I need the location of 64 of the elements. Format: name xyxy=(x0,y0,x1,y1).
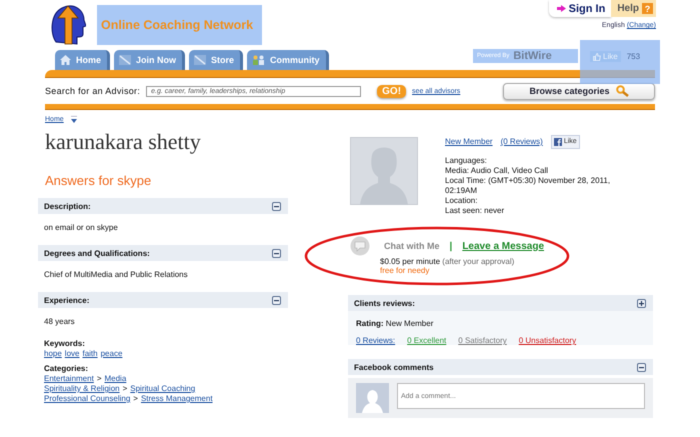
search-label: Search for an Advisor: xyxy=(45,86,140,96)
section-text: on email or on skype xyxy=(44,223,119,232)
avatar-placeholder xyxy=(356,383,389,413)
link-separator: | xyxy=(450,240,452,252)
collapse-icon[interactable] xyxy=(272,296,281,304)
keyword-link[interactable]: faith xyxy=(82,349,98,359)
review-count-link[interactable]: 0 Unsatisfactory xyxy=(518,336,576,345)
dropdown-icon[interactable] xyxy=(70,116,77,122)
keyword-link[interactable]: peace xyxy=(100,349,122,359)
detail-line: Local Time: (GMT+05:30) November 28, 2011, 02:19AM xyxy=(445,176,612,196)
collapse-icon[interactable] xyxy=(272,248,281,258)
keywords-label: Keywords: xyxy=(44,339,86,349)
like-count: 753 xyxy=(626,51,640,61)
search-icon xyxy=(616,85,629,97)
member-status-link[interactable]: New Member xyxy=(445,137,493,147)
sign-in-link[interactable]: Sign In xyxy=(548,0,612,17)
detail-line: Media: Audio Call, Video Call xyxy=(445,166,550,176)
leave-message-link[interactable]: Leave a Message xyxy=(462,240,544,252)
category-link[interactable]: Professional Counseling xyxy=(44,394,130,404)
section-text: 48 years xyxy=(44,317,76,326)
advisor-name: karunakara shetty xyxy=(45,129,202,155)
categories-label: Categories: xyxy=(44,364,90,374)
free-note: free for needy xyxy=(380,266,430,275)
arrow-icon xyxy=(556,5,566,12)
detail-line: Location: xyxy=(445,196,478,206)
section-title: Degrees and Qualifications: xyxy=(44,248,150,258)
price-text: $0.05 per minute (after your approval) xyxy=(380,257,516,266)
thumbs-up-icon xyxy=(593,52,601,60)
page-subtitle: Answers for skype xyxy=(45,173,152,188)
collapse-icon[interactable] xyxy=(272,202,281,210)
keyword-link[interactable]: love xyxy=(64,349,80,359)
detail-line: Languages: xyxy=(445,156,488,166)
category-separator: > xyxy=(133,394,138,404)
category-separator: > xyxy=(96,374,102,384)
help-link[interactable]: Help ? xyxy=(611,0,656,17)
page-icon xyxy=(119,55,132,65)
browse-categories-button[interactable]: Browse categories xyxy=(503,82,655,100)
page-icon xyxy=(194,55,206,65)
people-icon xyxy=(252,55,266,65)
category-separator: > xyxy=(122,384,128,394)
section-title: Description: xyxy=(44,202,91,210)
section-title: Facebook comments xyxy=(354,362,434,372)
section-text: Chief of MultiMedia and Public Relations xyxy=(44,270,189,279)
section-title: Experience: xyxy=(44,296,90,304)
rating-text: Rating: New Member xyxy=(356,319,434,328)
subcategory-link[interactable]: Media xyxy=(104,374,126,384)
help-badge: ? xyxy=(642,3,653,14)
review-count-link[interactable]: 0 Satisfactory xyxy=(458,336,507,345)
facebook-icon xyxy=(554,138,562,146)
detail-line: Last seen: never xyxy=(445,206,506,216)
expand-icon[interactable] xyxy=(637,298,646,308)
keyword-link[interactable]: hope xyxy=(44,349,62,359)
subcategory-link[interactable]: Spiritual Coaching xyxy=(130,384,196,394)
category-link[interactable]: Entertainment xyxy=(44,374,94,384)
collapse-icon[interactable] xyxy=(637,362,646,372)
subcategory-link[interactable]: Stress Management xyxy=(140,394,213,404)
avatar-placeholder xyxy=(350,137,418,205)
reviews-link[interactable]: (0 Reviews) xyxy=(500,137,543,147)
house-icon xyxy=(60,55,71,65)
category-link[interactable]: Spirituality & Religion xyxy=(44,384,120,394)
section-title: Clients reviews: xyxy=(354,298,415,308)
logo-icon[interactable] xyxy=(50,4,86,46)
chat-with-me-label[interactable]: Chat with Me xyxy=(384,241,440,251)
review-count-link[interactable]: 0 Reviews: xyxy=(356,336,396,345)
